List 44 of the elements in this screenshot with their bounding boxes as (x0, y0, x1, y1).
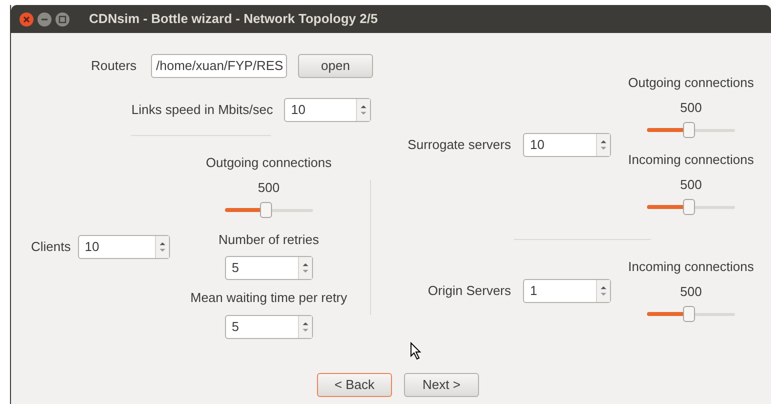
field-label: Links speed in Mbits/sec (131, 101, 273, 120)
field-label: Surrogate servers (406, 136, 511, 154)
slider-thumb[interactable] (683, 306, 696, 322)
maximize-icon[interactable] (55, 12, 70, 26)
wizard-button[interactable]: < Back (317, 373, 392, 397)
spinner-arrows-icon[interactable] (596, 280, 610, 302)
slider[interactable] (647, 306, 735, 322)
slider-thumb[interactable] (260, 202, 272, 218)
path-field[interactable]: /home/xuan/FYP/RES (151, 54, 287, 78)
close-icon[interactable] (19, 12, 34, 26)
number-field[interactable]: 1 (523, 278, 611, 302)
slider-value: 500 (258, 180, 280, 196)
spinner-arrows-icon[interactable] (596, 134, 610, 156)
window-title: CDNsim - Bottle wizard - Network Topology 2/5 (89, 10, 378, 28)
minimize-icon[interactable] (37, 12, 52, 26)
slider-thumb[interactable] (683, 199, 696, 215)
wizard-button[interactable]: Next > (404, 373, 479, 397)
field-label: Number of retries (218, 232, 319, 248)
slider[interactable] (647, 122, 735, 138)
number-field[interactable]: 5 (224, 315, 313, 339)
number-field[interactable]: 10 (523, 133, 611, 157)
slider-label: Outgoing connections (206, 155, 332, 171)
number-field[interactable]: 10 (78, 235, 170, 259)
spinner-arrows-icon[interactable] (154, 236, 169, 258)
field-label: Origin Servers (426, 282, 511, 300)
slider[interactable] (224, 202, 313, 218)
number-field[interactable]: 10 (284, 98, 371, 122)
slider-value: 500 (680, 100, 702, 116)
spinner-arrows-icon[interactable] (356, 99, 370, 121)
slider[interactable] (647, 199, 735, 215)
field-label: Routers (91, 57, 138, 76)
slider-label: Incoming connections (628, 152, 754, 168)
spinner-arrows-icon[interactable] (298, 316, 312, 338)
open-button[interactable]: open (298, 54, 373, 78)
slider-label: Outgoing connections (628, 75, 754, 91)
field-label: Mean waiting time per retry (190, 290, 348, 306)
spinner-arrows-icon[interactable] (298, 257, 312, 279)
slider-value: 500 (680, 177, 702, 193)
mouse-pointer-icon (410, 342, 422, 360)
slider-label: Incoming connections (628, 259, 754, 275)
field-label: Clients (31, 238, 71, 256)
slider-value: 500 (680, 284, 702, 300)
slider-thumb[interactable] (683, 122, 696, 138)
number-field[interactable]: 5 (224, 256, 313, 280)
